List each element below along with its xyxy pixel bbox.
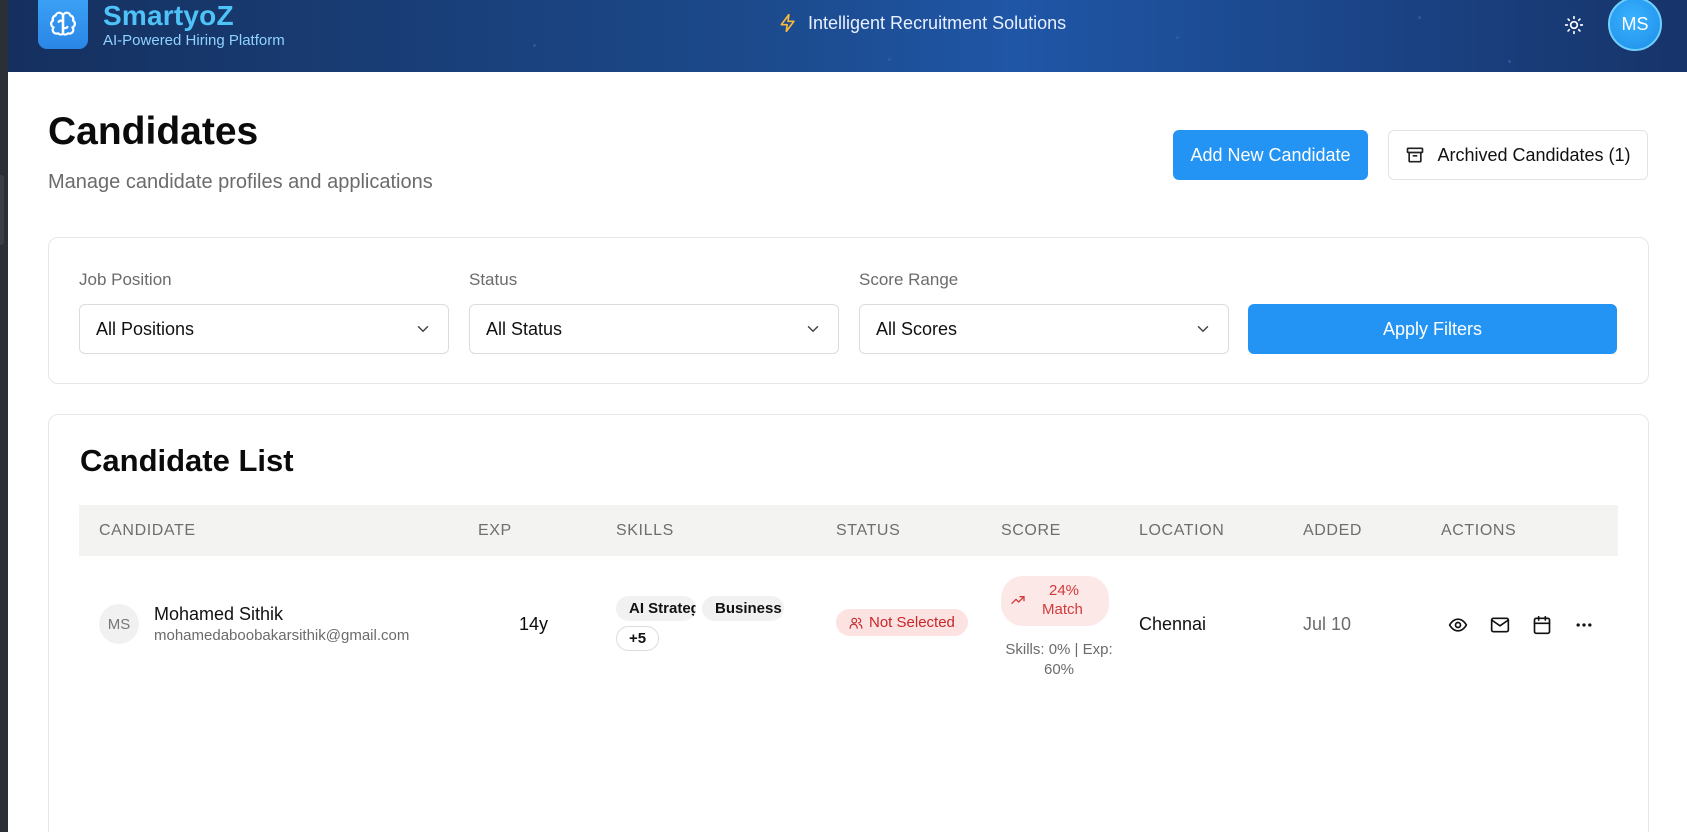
view-candidate-button[interactable] (1445, 612, 1471, 638)
column-header-location[interactable]: LOCATION (1139, 522, 1224, 540)
score-breakdown-line: Skills: 0% | Exp: (1005, 641, 1113, 658)
chevron-down-icon (417, 326, 429, 333)
column-header-score[interactable]: SCORE (1001, 522, 1061, 540)
page-title: Candidates (48, 110, 259, 153)
candidate-added-date: Jul 10 (1303, 614, 1352, 634)
score-breakdown-line: 60% (1043, 661, 1075, 678)
candidate-email: mohamedaboobakarsithik@gmail.com (154, 627, 410, 644)
candidate-avatar: MS (99, 604, 139, 644)
schedule-interview-button[interactable] (1529, 612, 1555, 638)
skills-more-badge[interactable]: +5 (616, 626, 660, 651)
user-avatar[interactable]: MS (1608, 0, 1662, 51)
lightning-icon (780, 13, 795, 33)
brand-tagline: AI-Powered Hiring Platform (103, 32, 285, 49)
calendar-icon (1533, 615, 1551, 635)
email-candidate-button[interactable] (1487, 612, 1513, 638)
slogan-text: Intelligent Recruitment Solutions (808, 12, 1067, 33)
add-candidate-button[interactable]: Add New Candidate (1173, 130, 1368, 180)
column-header-skills[interactable]: SKILLS (616, 522, 674, 540)
job-position-label: Job Position (79, 270, 172, 289)
score-match-label: Match (1042, 601, 1083, 618)
score-badge: 24% Match (1001, 576, 1109, 626)
skill-tag: Business (702, 596, 784, 621)
more-actions-button[interactable] (1571, 612, 1597, 638)
status-label: Status (469, 270, 518, 289)
score-breakdown: Skills: 0% | Exp: 60% (999, 640, 1119, 680)
brand-logo[interactable] (38, 0, 88, 49)
column-header-added[interactable]: ADDED (1303, 522, 1362, 540)
brain-icon (50, 11, 76, 36)
archived-candidates-button[interactable]: Archived Candidates (1) (1388, 130, 1648, 180)
sun-icon (1564, 15, 1584, 35)
status-badge: Not Selected (836, 609, 968, 636)
column-header-candidate[interactable]: CANDIDATE (99, 522, 196, 540)
candidate-experience: 14y (519, 614, 549, 634)
score-range-select[interactable]: All Scores (859, 304, 1229, 354)
trending-up-icon (1011, 596, 1025, 604)
archive-box-icon (1407, 147, 1424, 163)
filters-panel: Job Position All Positions Status All St… (48, 237, 1649, 384)
archived-button-label: Archived Candidates (1) (1437, 144, 1631, 165)
status-value: All Status (486, 318, 563, 339)
status-select[interactable]: All Status (469, 304, 839, 354)
page-subtitle: Manage candidate profiles and applicatio… (48, 171, 433, 193)
header-slogan: Intelligent Recruitment Solutions (778, 12, 1066, 34)
candidate-location: Chennai (1139, 614, 1207, 634)
eye-icon (1448, 618, 1468, 632)
brand-name[interactable]: SmartyoZ (103, 0, 234, 32)
skill-tag: AI Strategy (616, 596, 696, 621)
window-edge (0, 0, 8, 832)
status-text: Not Selected (869, 614, 955, 631)
top-header: SmartyoZ AI-Powered Hiring Platform Inte… (8, 0, 1687, 72)
users-icon (849, 617, 863, 629)
candidate-list-title: Candidate List (80, 443, 294, 478)
score-range-label: Score Range (859, 270, 959, 289)
table-header: CANDIDATE EXP SKILLS STATUS SCORE LOCATI… (79, 505, 1618, 556)
candidate-list-panel: Candidate List CANDIDATE EXP SKILLS STAT… (48, 414, 1649, 832)
chevron-down-icon (807, 326, 819, 333)
job-position-select[interactable]: All Positions (79, 304, 449, 354)
score-percent: 24% (1049, 582, 1080, 599)
job-position-value: All Positions (96, 318, 195, 339)
more-horizontal-icon (1576, 623, 1592, 627)
table-row[interactable]: MS Mohamed Sithik mohamedaboobakarsithik… (79, 556, 1618, 696)
theme-toggle-button[interactable] (1561, 12, 1587, 38)
candidate-name[interactable]: Mohamed Sithik (154, 604, 283, 625)
column-header-actions: ACTIONS (1441, 522, 1517, 539)
chevron-down-icon (1197, 326, 1209, 333)
column-header-status[interactable]: STATUS (836, 522, 900, 540)
column-header-exp[interactable]: EXP (478, 522, 512, 540)
mail-icon (1490, 617, 1510, 633)
apply-filters-button[interactable]: Apply Filters (1248, 304, 1617, 354)
score-range-value: All Scores (876, 318, 958, 339)
